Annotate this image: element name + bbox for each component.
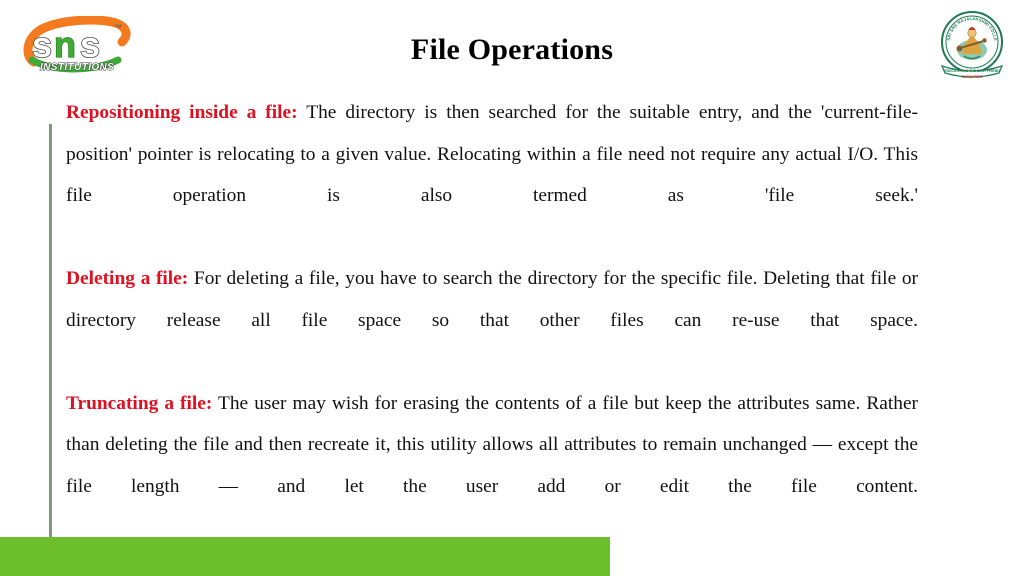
paragraph-lead-repositioning: Repositioning inside a file:	[66, 102, 298, 123]
slide-title: File Operations	[410, 33, 614, 66]
paragraph-lead-deleting: Deleting a file:	[66, 268, 189, 289]
paragraph-lead-truncating: Truncating a file:	[66, 392, 213, 414]
svg-text:COIMBATORE: COIMBATORE	[961, 75, 983, 79]
paragraph-truncating: Truncating a file: The user may wish for…	[66, 383, 918, 549]
paragraph-text-deleting: For deleting a file, you have to search …	[66, 268, 918, 331]
slide-body: Repositioning inside a file: The directo…	[66, 92, 918, 549]
paragraph-deleting: Deleting a file: For deleting a file, yo…	[66, 258, 918, 383]
bottom-green-band	[0, 537, 610, 576]
paragraph-repositioning: Repositioning inside a file: The directo…	[66, 92, 918, 258]
left-accent-rule	[49, 124, 52, 538]
slide-canvas: s n s ™ INSTITUTIONS SRI SNS RAJALAKSHMI…	[0, 0, 1024, 576]
